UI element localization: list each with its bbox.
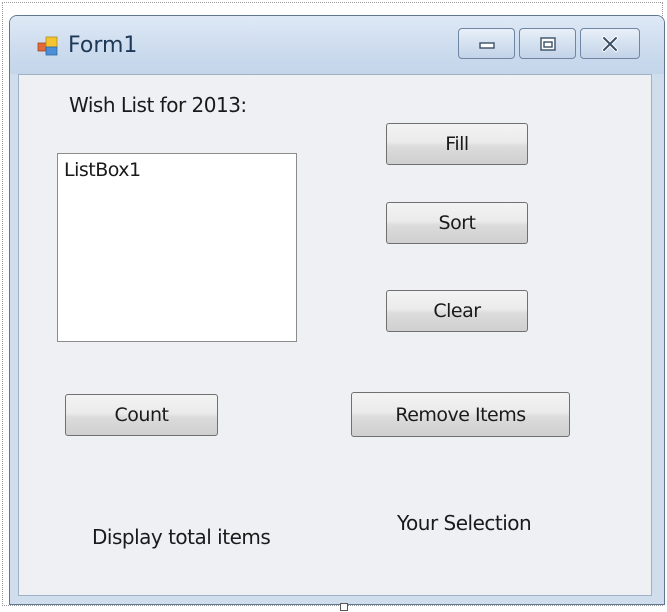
close-button[interactable] — [580, 28, 640, 59]
clear-button[interactable]: Clear — [386, 290, 528, 332]
resize-handle[interactable] — [340, 603, 348, 611]
minimize-icon — [478, 41, 495, 49]
maximize-button[interactable] — [519, 28, 576, 59]
fill-button[interactable]: Fill — [386, 123, 528, 165]
maximize-icon — [539, 36, 556, 51]
minimize-button[interactable] — [458, 28, 515, 59]
count-button[interactable]: Count — [65, 394, 218, 436]
remove-items-button[interactable]: Remove Items — [351, 392, 570, 437]
window-title: Form1 — [68, 33, 138, 58]
title-bar[interactable]: Form1 — [10, 16, 664, 74]
form-client-area: Wish List for 2013: ListBox1 Fill Sort C… — [18, 74, 652, 596]
display-total-items-label: Display total items — [92, 525, 271, 549]
form-app-icon — [37, 36, 58, 56]
form1-window: Form1 Wish List for 2013: ListBox1 Fill … — [9, 15, 665, 605]
close-icon — [602, 35, 618, 52]
listbox-placeholder-text: ListBox1 — [64, 159, 141, 181]
wish-list-listbox[interactable]: ListBox1 — [57, 153, 297, 342]
your-selection-label: Your Selection — [397, 511, 532, 535]
sort-button[interactable]: Sort — [386, 202, 528, 244]
wish-list-label: Wish List for 2013: — [69, 93, 247, 117]
